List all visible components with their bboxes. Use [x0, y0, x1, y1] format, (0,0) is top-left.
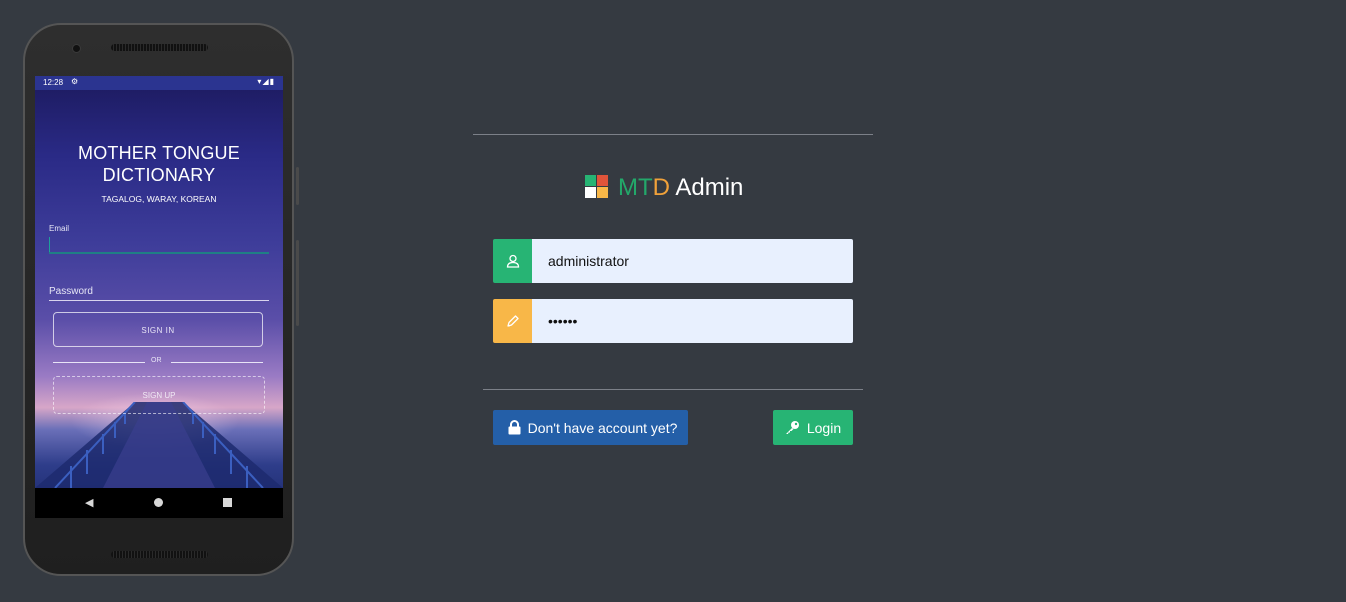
status-icons: ▾◢▮ [257, 77, 275, 86]
gear-icon: ⚙ [71, 77, 79, 86]
brand-title: MTD Admin [618, 174, 743, 202]
email-caret [49, 237, 50, 252]
phone-nav-bar: ◀ [35, 488, 283, 518]
app-subtitle: TAGALOG, WARAY, KOREAN [101, 194, 217, 204]
or-label: OR [151, 357, 162, 364]
signup-button[interactable]: Don't have account yet? [493, 410, 688, 445]
signal-icon: ◢ [262, 77, 270, 86]
user-icon [506, 254, 519, 268]
camera-icon [72, 44, 81, 53]
password-addon [493, 299, 532, 343]
app-title-line2: DICTIONARY [102, 165, 216, 185]
brand-letter-d: D [652, 174, 671, 201]
phone-status-bar: 12:28 ⚙ ▾◢▮ [35, 76, 283, 90]
app-title: MOTHER TONGUE DICTIONARY [35, 142, 283, 186]
battery-icon: ▮ [269, 77, 275, 86]
brand-letter-t: T [638, 174, 653, 201]
or-line-left [53, 362, 145, 363]
phone-mockup: 12:28 ⚙ ▾◢▮ MOTHER TONGUE DICTIONARY TAG… [23, 23, 299, 576]
username-addon [493, 239, 532, 283]
status-time: 12:28 [43, 78, 64, 87]
or-line-right [171, 362, 263, 363]
email-field[interactable] [49, 252, 269, 254]
password-input[interactable] [532, 299, 853, 343]
app-title-line1: MOTHER TONGUE [78, 143, 240, 163]
login-button[interactable]: Login [773, 410, 853, 445]
phone-signup-button[interactable]: SIGN UP [53, 376, 265, 414]
lock-icon [508, 420, 521, 435]
username-group [493, 239, 853, 283]
brand-admin: Admin [670, 174, 744, 201]
or-divider: OR [53, 357, 265, 367]
top-divider [473, 134, 873, 135]
email-label: Email [49, 224, 70, 233]
pencil-icon [506, 315, 519, 327]
password-field[interactable] [49, 300, 269, 301]
phone-power-button [296, 167, 299, 205]
key-icon [785, 421, 799, 434]
home-icon[interactable] [154, 498, 163, 507]
back-icon[interactable]: ◀ [85, 496, 93, 509]
recents-icon[interactable] [223, 498, 232, 507]
brand-letter-m: M [618, 174, 638, 201]
username-input[interactable] [532, 239, 853, 283]
signup-button-label: Don't have account yet? [527, 419, 678, 436]
login-button-label: Login [806, 419, 842, 436]
phone-speaker-top [111, 44, 208, 51]
password-label: Password [49, 286, 93, 297]
phone-volume-button [296, 240, 299, 326]
phone-signin-button[interactable]: SIGN IN [53, 312, 263, 347]
windows-logo-icon [585, 175, 608, 198]
password-group [493, 299, 853, 343]
phone-screen: 12:28 ⚙ ▾◢▮ MOTHER TONGUE DICTIONARY TAG… [35, 76, 283, 518]
phone-speaker-bottom [111, 551, 208, 558]
middle-divider [483, 389, 863, 390]
